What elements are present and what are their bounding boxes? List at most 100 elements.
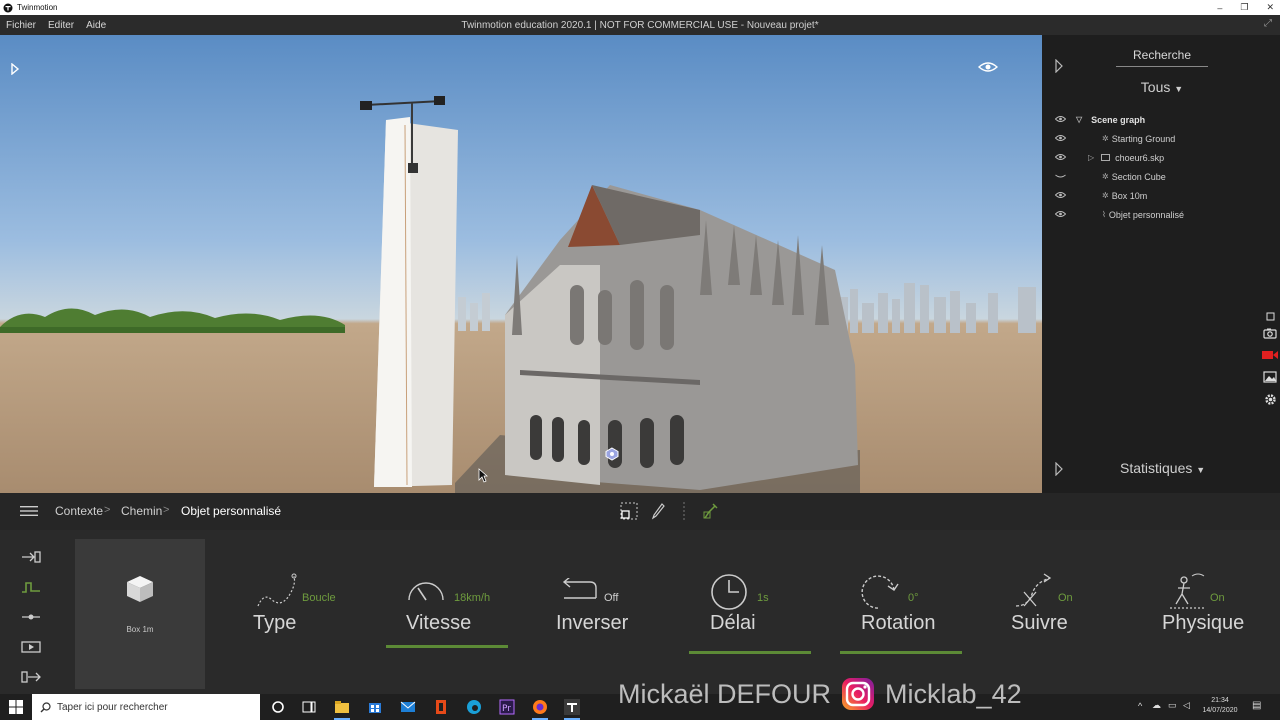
windows-start-icon[interactable] — [9, 700, 23, 714]
eye-icon[interactable] — [1055, 191, 1066, 199]
statistics-dropdown[interactable]: Statistiques ▼ — [1120, 460, 1205, 476]
close-button[interactable]: ✕ — [1266, 2, 1274, 13]
breadcrumb-separator-icon: > — [163, 504, 170, 516]
camera-icon[interactable] — [1261, 322, 1279, 344]
breadcrumb-bar: Contexte > Chemin > Objet personnalisé — [0, 493, 1280, 530]
tree-row[interactable]: ✲ Starting Ground — [1042, 129, 1280, 148]
param-type[interactable]: Boucle Type — [252, 570, 362, 660]
project-title: Twinmotion education 2020.1 | NOT FOR CO… — [461, 19, 819, 31]
cortana-icon[interactable] — [270, 699, 286, 715]
eyedropper-icon[interactable] — [651, 502, 665, 520]
media-icon[interactable] — [20, 632, 42, 662]
hamburger-menu-icon[interactable] — [20, 505, 38, 517]
node-icon: ✲ — [1102, 191, 1109, 200]
speed-value: 18km/h — [454, 592, 491, 604]
frame-select-icon[interactable] — [620, 502, 638, 520]
menu-aide[interactable]: Aide — [80, 20, 112, 31]
rotation-label: Rotation — [861, 612, 936, 634]
breadcrumb-chemin[interactable]: Chemin — [121, 504, 162, 518]
mail-icon[interactable] — [400, 699, 416, 715]
import-icon[interactable] — [20, 542, 42, 572]
eye-icon[interactable] — [1055, 153, 1066, 161]
menu-editer[interactable]: Editer — [42, 20, 80, 31]
filter-dropdown[interactable]: Tous ▼ — [1132, 79, 1192, 95]
eye-icon[interactable] — [1055, 210, 1066, 218]
param-follow[interactable]: On Suivre — [1010, 570, 1090, 660]
tree-row[interactable]: ⌇ Objet personnalisé — [1042, 205, 1280, 224]
breadcrumb-contexte[interactable]: Contexte — [55, 504, 103, 518]
type-value: Boucle — [302, 592, 336, 604]
param-reverse[interactable]: Off Inverser — [556, 570, 646, 660]
mouse-cursor-icon — [478, 468, 488, 483]
scene-graph-tree: ▽ Scene graph ✲ Starting Ground ▷ choeur… — [1042, 110, 1280, 224]
tree-label: Objet personnalisé — [1108, 209, 1184, 220]
param-physics[interactable]: On Physique — [1162, 570, 1252, 660]
collapse-chevron-icon[interactable]: ▽ — [1076, 115, 1082, 124]
firefox-icon[interactable] — [532, 699, 548, 715]
speed-slider[interactable] — [386, 645, 508, 648]
eye-icon[interactable] — [1055, 134, 1066, 142]
side-toolbar — [1261, 310, 1279, 410]
tree-row[interactable]: ▽ Scene graph — [1042, 110, 1280, 129]
restore-button[interactable]: ❐ — [1240, 2, 1248, 13]
right-panel: Recherche Tous ▼ ▽ Scene graph ✲ Startin… — [1042, 35, 1280, 493]
fullscreen-icon[interactable]: ⤢ — [1264, 18, 1272, 29]
path-marker-icon[interactable] — [605, 447, 619, 461]
window-controls: – ❐ ✕ — [1217, 0, 1274, 15]
param-rotation[interactable]: 0° Rotation — [840, 570, 962, 660]
premiere-icon[interactable]: Pr — [499, 699, 515, 715]
follow-path-icon — [1015, 573, 1052, 607]
viewport-3d[interactable] — [0, 35, 1042, 493]
stats-toggle-icon[interactable] — [1054, 462, 1064, 476]
path-mode-icon[interactable] — [20, 572, 42, 602]
clock-time: 21:34 — [1211, 697, 1229, 704]
path-icon: ⌇ — [1102, 210, 1106, 219]
rotation-slider[interactable] — [840, 651, 962, 654]
instagram-icon — [842, 678, 875, 710]
object-thumbnail[interactable]: Box 1m — [75, 539, 205, 689]
tray-cloud-icon[interactable]: ☁ — [1152, 700, 1161, 711]
pin-icon[interactable] — [1261, 310, 1279, 322]
twinmotion-taskbar-icon[interactable] — [564, 699, 580, 715]
visibility-eye-icon[interactable] — [978, 61, 998, 73]
export-icon[interactable] — [20, 662, 42, 692]
clock-date: 14/07/2020 — [1202, 707, 1238, 714]
thumbnail-label: Box 1m — [126, 625, 154, 634]
menu-fichier[interactable]: Fichier — [0, 20, 42, 31]
eye-hidden-icon[interactable] — [1055, 172, 1066, 180]
expand-chevron-icon[interactable]: ▷ — [1088, 153, 1094, 162]
taskbar-search[interactable]: Taper ici pour rechercher — [32, 694, 260, 720]
clock-icon — [711, 574, 747, 610]
physics-value: On — [1210, 592, 1225, 604]
param-speed[interactable]: 18km/h Vitesse — [386, 570, 508, 660]
gallery-icon[interactable] — [1261, 366, 1279, 388]
physics-walker-icon — [1170, 573, 1206, 609]
measure-icon[interactable] — [20, 602, 42, 632]
eye-icon[interactable] — [1055, 115, 1066, 123]
edge-icon[interactable] — [466, 699, 482, 715]
task-view-icon[interactable] — [301, 699, 317, 715]
param-delay[interactable]: 1s Délai — [689, 570, 811, 660]
taskbar-clock[interactable]: 21:34 14/07/2020 — [1196, 696, 1244, 716]
search-tab[interactable]: Recherche — [1116, 48, 1208, 67]
panel-toggle-left-icon[interactable] — [10, 63, 20, 75]
file-explorer-icon[interactable] — [334, 699, 350, 715]
tray-volume-icon[interactable]: ◁ — [1183, 700, 1190, 711]
store-icon[interactable] — [367, 699, 383, 715]
office-icon[interactable] — [433, 699, 449, 715]
settings-gear-icon[interactable] — [1261, 388, 1279, 410]
path-edit-icon[interactable] — [703, 502, 719, 520]
tree-row[interactable]: ✲ Box 10m — [1042, 186, 1280, 205]
tree-row[interactable]: ✲ Section Cube — [1042, 167, 1280, 186]
path-loop-icon — [257, 573, 297, 607]
minimize-button[interactable]: – — [1217, 3, 1222, 13]
tray-chevron-up-icon[interactable]: ^ — [1138, 701, 1142, 711]
video-record-icon[interactable] — [1261, 344, 1279, 366]
tree-row[interactable]: ▷ choeur6.skp — [1042, 148, 1280, 167]
notification-icon[interactable]: ▤ — [1252, 700, 1261, 711]
node-icon: ✲ — [1102, 172, 1109, 181]
breadcrumb-separator-icon: > — [104, 504, 111, 516]
panel-collapse-icon[interactable] — [1054, 59, 1064, 73]
tray-network-icon[interactable]: ▭ — [1168, 700, 1177, 711]
delay-slider[interactable] — [689, 651, 811, 654]
